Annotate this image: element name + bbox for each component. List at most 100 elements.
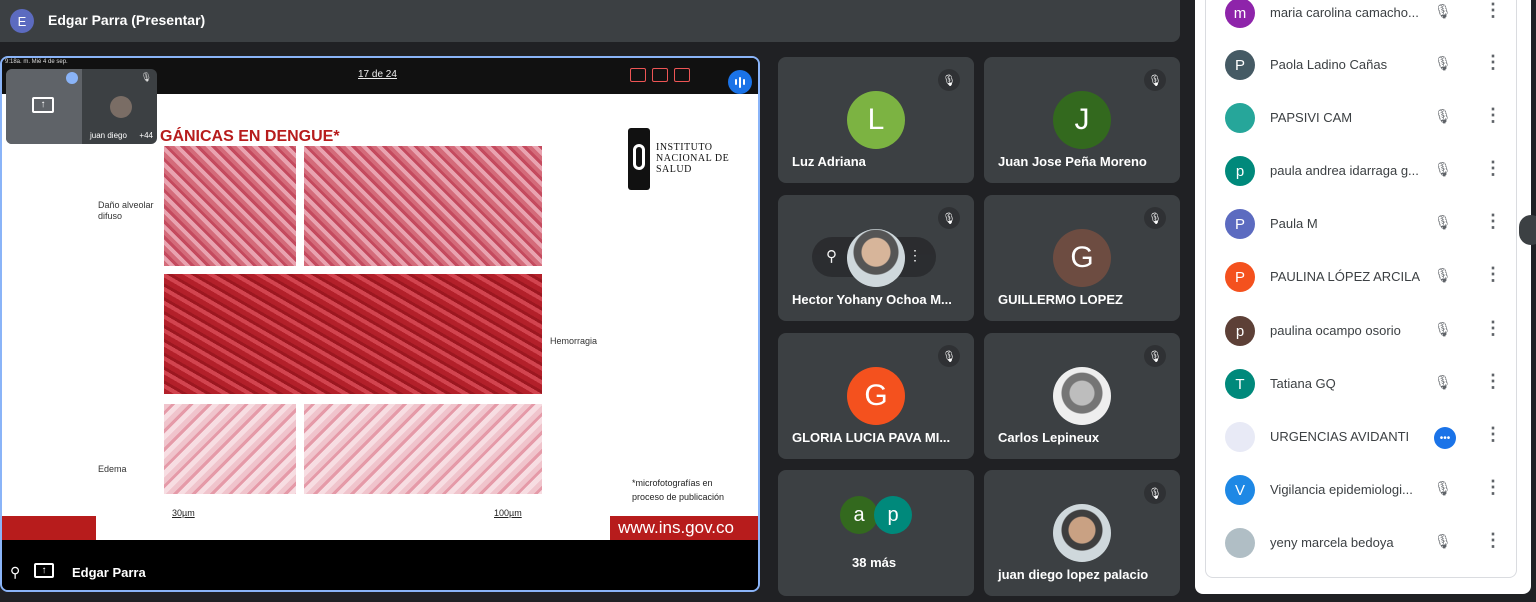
mic-off-icon[interactable]: 🎙 — [1434, 374, 1452, 391]
participant-name: yeny marcela bedoya — [1270, 535, 1394, 550]
participant-name: Paula M — [1270, 216, 1318, 231]
mic-off-icon[interactable]: 🎙 — [1434, 214, 1452, 231]
side-panel-toggle[interactable] — [1519, 215, 1536, 245]
avatar: V — [1225, 475, 1255, 505]
more-vert-icon[interactable]: ⋮ — [1484, 424, 1502, 445]
mic-off-icon[interactable]: 🎙 — [1434, 321, 1452, 338]
participant-name: Tatiana GQ — [1270, 376, 1336, 391]
pen-icon — [630, 68, 646, 82]
participant-name: maria carolina camacho... — [1270, 5, 1419, 20]
mic-off-icon: 🎙 — [938, 69, 960, 91]
present-screen-icon[interactable]: ↑ — [34, 563, 54, 578]
list-item[interactable]: P Paola Ladino Cañas 🎙 ⋮ — [1206, 41, 1518, 89]
list-item[interactable]: m maria carolina camacho... 🎙 ⋮ — [1206, 0, 1518, 37]
participant-tile[interactable]: 🎙 Carlos Lepineux — [984, 333, 1180, 459]
mic-off-icon[interactable]: 🎙 — [1434, 161, 1452, 178]
mic-off-icon[interactable]: 🎙 — [1434, 3, 1452, 20]
micrograph-b — [164, 274, 542, 394]
list-item[interactable]: V Vigilancia epidemiologi... 🎙 ⋮ — [1206, 466, 1518, 514]
list-item[interactable]: p paulina ocampo osorio 🎙 ⋮ — [1206, 307, 1518, 355]
participant-tile[interactable]: 🎙 J Juan Jose Peña Moreno — [984, 57, 1180, 183]
more-vert-icon[interactable]: ⋮ — [1484, 318, 1502, 339]
list-item[interactable]: P Paula M 🎙 ⋮ — [1206, 200, 1518, 248]
mic-off-icon[interactable]: 🎙 — [1434, 267, 1452, 284]
avatar: P — [1225, 262, 1255, 292]
mic-off-icon: 🎙 — [1144, 482, 1166, 504]
avatar — [1225, 103, 1255, 133]
draw-icon — [652, 68, 668, 82]
mic-off-icon: 🎙 — [1144, 69, 1166, 91]
micrograph-a1 — [164, 146, 296, 266]
participants-list: m maria carolina camacho... 🎙 ⋮ P Paola … — [1205, 0, 1517, 578]
more-vert-icon[interactable]: ⋮ — [1484, 105, 1502, 126]
list-item[interactable]: PAPSIVI CAM 🎙 ⋮ — [1206, 94, 1518, 142]
slide-footnote: *microfotografías en proceso de publicac… — [632, 478, 725, 502]
mic-off-icon[interactable]: 🎙 — [1434, 108, 1452, 125]
more-vert-icon[interactable]: ⋮ — [1484, 530, 1502, 551]
present-screen-icon: ↑ — [32, 97, 54, 113]
list-item[interactable]: URGENCIAS AVIDANTI ••• ⋮ — [1206, 413, 1518, 461]
self-view[interactable]: ↑ 🎙 juan diego +44 — [6, 69, 157, 144]
tile-name: Luz Adriana — [792, 154, 866, 169]
list-item[interactable]: yeny marcela bedoya 🎙 ⋮ — [1206, 519, 1518, 567]
participant-name: PAULINA LÓPEZ ARCILA — [1270, 269, 1421, 284]
menu-dot-icon[interactable] — [66, 72, 78, 84]
avatar: p — [1225, 156, 1255, 186]
tile-name: Hector Yohany Ochoa M... — [792, 292, 952, 307]
list-item[interactable]: p paula andrea idarraga g... 🎙 ⋮ — [1206, 147, 1518, 195]
tile-name: Juan Jose Peña Moreno — [998, 154, 1147, 169]
more-vert-icon[interactable]: ⋮ — [1484, 264, 1502, 285]
speaking-icon: ••• — [1434, 427, 1456, 449]
more-vert-icon[interactable]: ⋮ — [1484, 477, 1502, 498]
ins-logo-icon — [628, 128, 650, 190]
more-vert-icon[interactable]: ⋮ — [1484, 52, 1502, 73]
mic-off-icon[interactable]: 🎙 — [1434, 480, 1452, 497]
mic-off-icon: 🎙 — [938, 207, 960, 229]
overflow-tile[interactable]: a p 38 más — [778, 470, 974, 596]
participant-tile[interactable]: 🎙 G GLORIA LUCIA PAVA MI... — [778, 333, 974, 459]
self-view-screen: ↑ — [6, 69, 82, 144]
micrograph-a2 — [304, 146, 542, 266]
slide-url: www.ins.gov.co — [618, 518, 734, 537]
presenter-name: Edgar Parra — [72, 565, 146, 580]
mic-off-icon: 🎙 — [1144, 207, 1166, 229]
mic-off-icon[interactable]: 🎙 — [1434, 533, 1452, 550]
avatar: J — [1053, 91, 1111, 149]
participant-name: Paola Ladino Cañas — [1270, 57, 1388, 72]
page-indicator: 17 de 24 — [358, 69, 397, 80]
participant-tile[interactable]: 🎙 ⚲ ⋮ Hector Yohany Ochoa M... — [778, 195, 974, 321]
participant-name: PAPSIVI CAM — [1270, 110, 1353, 125]
scale-bar-left: 30µm — [172, 508, 195, 518]
extra-count: +44 — [139, 131, 153, 140]
participant-tile[interactable]: 🎙 L Luz Adriana — [778, 57, 974, 183]
pin-icon[interactable]: ⚲ — [10, 564, 20, 581]
participant-name: paulina ocampo osorio — [1270, 323, 1401, 338]
voice-activity-icon — [728, 70, 752, 94]
avatar: p — [874, 496, 912, 534]
device-time: 9:18a. m. Mié 4 de sep. — [5, 59, 68, 65]
list-item[interactable]: T Tatiana GQ 🎙 ⋮ — [1206, 360, 1518, 408]
more-vert-icon[interactable]: ⋮ — [1484, 211, 1502, 232]
more-vert-icon[interactable]: ⋮ — [1484, 0, 1502, 21]
pin-icon[interactable]: ⚲ — [826, 247, 837, 265]
avatar — [1225, 422, 1255, 452]
mic-off-icon[interactable]: 🎙 — [1434, 55, 1452, 72]
avatar — [1053, 367, 1111, 425]
presenter-bottom-bar: ⚲ ↑ Edgar Parra — [2, 554, 758, 590]
presenter-title: Edgar Parra (Presentar) — [48, 12, 206, 28]
avatar: L — [847, 91, 905, 149]
participant-tile[interactable]: 🎙 G GUILLERMO LOPEZ — [984, 195, 1180, 321]
annotation-dano: Daño alveolar difuso — [98, 200, 154, 221]
presenter-avatar: E — [10, 9, 34, 33]
more-vert-icon[interactable]: ⋮ — [1484, 371, 1502, 392]
more-vert-icon[interactable]: ⋮ — [1484, 158, 1502, 179]
more-vert-icon[interactable]: ⋮ — [908, 247, 922, 264]
avatar — [847, 229, 905, 287]
annotation-edema: Edema — [98, 464, 127, 474]
avatar: P — [1225, 209, 1255, 239]
list-item[interactable]: P PAULINA LÓPEZ ARCILA 🎙 ⋮ — [1206, 253, 1518, 301]
participants-panel: m maria carolina camacho... 🎙 ⋮ P Paola … — [1195, 0, 1531, 594]
mic-off-icon: 🎙 — [938, 345, 960, 367]
annotation-tools — [630, 68, 690, 82]
participant-tile[interactable]: 🎙 juan diego lopez palacio — [984, 470, 1180, 596]
